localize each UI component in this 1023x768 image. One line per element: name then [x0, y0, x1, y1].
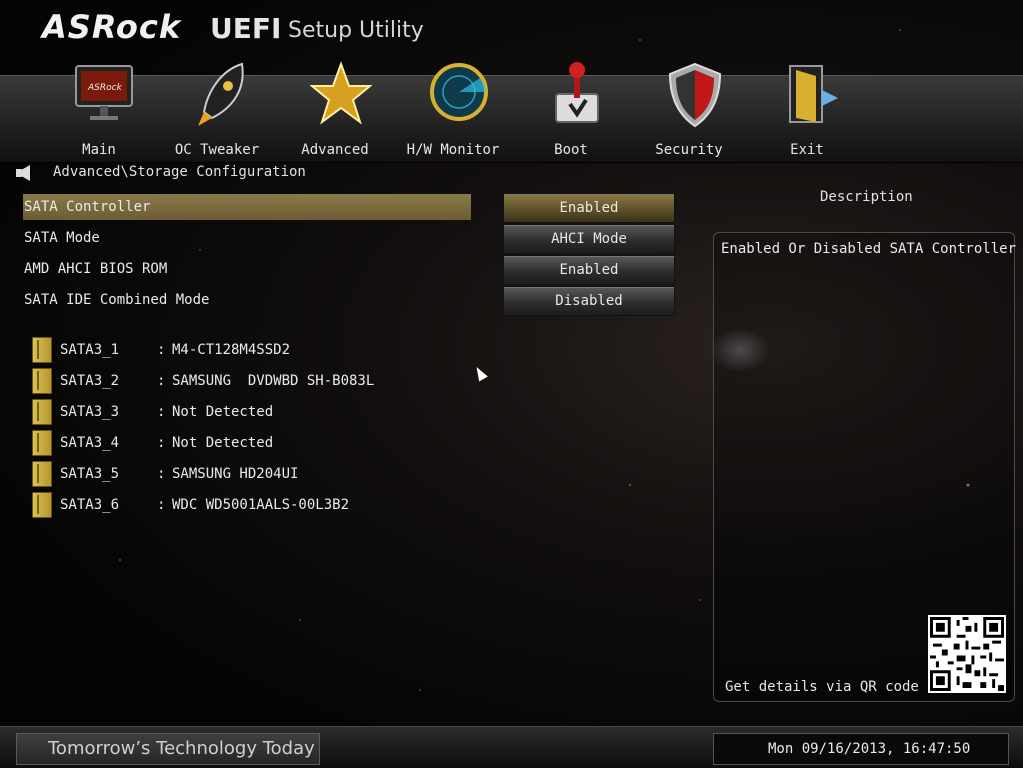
drive-model: SAMSUNG HD204UI [172, 466, 299, 482]
drive-folder-icon [32, 337, 52, 363]
footer-bar: Tomorrow’s Technology Today Mon 09/16/20… [0, 726, 1023, 768]
drive-model: Not Detected [172, 404, 274, 420]
tab-security-label: Security [655, 142, 723, 158]
tab-advanced-label: Advanced [301, 142, 369, 158]
clock-box: Mon 09/16/2013, 16:47:50 [713, 733, 1009, 765]
drive-folder-icon [32, 368, 52, 394]
sata-controller-value-button[interactable]: Enabled [503, 193, 675, 223]
amd-ahci-bios-rom-value-button[interactable]: Enabled [503, 255, 675, 285]
tab-exit[interactable]: Exit [748, 65, 866, 162]
header: ASRock UEFI Setup Utility [0, 0, 1023, 75]
rocket-icon [198, 62, 244, 126]
drive-row: SATA3_2 : SAMSUNG DVDWBD SH-B083L [32, 368, 472, 394]
uefi-title: UEFI [210, 12, 282, 45]
description-title: Description [820, 189, 913, 205]
drive-folder-icon [32, 399, 52, 425]
radar-icon [430, 63, 488, 121]
tab-security[interactable]: Security [630, 62, 748, 162]
drive-folder-icon [32, 492, 52, 518]
drive-row: SATA3_1 : M4-CT128M4SSD2 [32, 337, 472, 363]
tab-hw-monitor-label: H/W Monitor [406, 142, 500, 158]
tab-oc-tweaker-label: OC Tweaker [174, 142, 260, 158]
tab-boot[interactable]: Boot [512, 62, 630, 162]
sata-mode-value-button[interactable]: AHCI Mode [503, 224, 675, 254]
drive-port: SATA3_6 [60, 497, 120, 513]
drive-separator: : [157, 404, 166, 420]
setting-amd-ahci-bios-rom[interactable]: AMD AHCI BIOS ROM [23, 256, 471, 282]
drive-model: SAMSUNG DVDWBD SH-B083L [172, 373, 375, 389]
tab-main[interactable]: ASRock Main [40, 65, 158, 162]
setting-label: SATA Mode [24, 230, 100, 246]
drive-separator: : [157, 466, 166, 482]
tab-advanced[interactable]: Advanced [276, 61, 394, 162]
back-arrow-icon[interactable] [16, 165, 30, 181]
svg-text:ASRock: ASRock [87, 83, 123, 93]
tab-hw-monitor[interactable]: H/W Monitor [394, 63, 512, 162]
drive-port: SATA3_5 [60, 466, 120, 482]
setting-label: SATA IDE Combined Mode [24, 292, 210, 308]
setup-utility-title: Setup Utility [288, 18, 424, 43]
drive-row: SATA3_3 : Not Detected [32, 399, 472, 425]
drive-model: Not Detected [172, 435, 274, 451]
drive-port: SATA3_4 [60, 435, 120, 451]
drive-row: SATA3_6 : WDC WD5001AALS-00L3B2 [32, 492, 472, 518]
asrock-logo: ASRock [42, 8, 182, 46]
drive-model: M4-CT128M4SSD2 [172, 342, 291, 358]
star-icon [310, 61, 372, 125]
drive-port: SATA3_2 [60, 373, 120, 389]
top-nav-bar: ASRock Main OC Tweaker Advanced H/W Moni… [0, 61, 1023, 163]
drive-row: SATA3_4 : Not Detected [32, 430, 472, 456]
setting-label: SATA Controller [24, 199, 151, 215]
description-panel: Enabled Or Disabled SATA Controller Get … [713, 232, 1017, 702]
tab-boot-label: Boot [554, 142, 588, 158]
setting-sata-mode[interactable]: SATA Mode [23, 225, 471, 251]
breadcrumb: Advanced\Storage Configuration [53, 164, 306, 180]
drive-port: SATA3_1 [60, 342, 120, 358]
sata-ide-combined-mode-value-button[interactable]: Disabled [503, 286, 675, 316]
qr-code-label: Get details via QR code [725, 679, 919, 695]
date-time-display: Mon 09/16/2013, 16:47:50 [768, 741, 971, 757]
slogan-text: Tomorrow’s Technology Today [48, 738, 315, 759]
drive-row: SATA3_5 : SAMSUNG HD204UI [32, 461, 472, 487]
mouse-cursor-icon [472, 364, 488, 382]
tab-oc-tweaker[interactable]: OC Tweaker [158, 62, 276, 162]
drive-separator: : [157, 373, 166, 389]
joystick-icon [555, 62, 599, 123]
tab-main-label: Main [82, 142, 116, 158]
drive-folder-icon [32, 430, 52, 456]
qr-code-icon [928, 615, 1006, 693]
setting-label: AMD AHCI BIOS ROM [24, 261, 168, 277]
setting-sata-controller[interactable]: SATA Controller [23, 194, 471, 220]
drive-model: WDC WD5001AALS-00L3B2 [172, 497, 350, 513]
breadcrumb-bar: Advanced\Storage Configuration [0, 161, 700, 185]
exit-door-icon [789, 65, 838, 123]
setting-sata-ide-combined-mode[interactable]: SATA IDE Combined Mode [23, 287, 471, 313]
drive-separator: : [157, 435, 166, 451]
drive-folder-icon [32, 461, 52, 487]
shield-icon [668, 62, 722, 128]
tab-exit-label: Exit [790, 142, 824, 158]
drive-port: SATA3_3 [60, 404, 120, 420]
monitor-icon: ASRock [75, 65, 133, 120]
description-text: Enabled Or Disabled SATA Controller [721, 241, 1017, 257]
slogan-box: Tomorrow’s Technology Today [16, 733, 320, 765]
drive-separator: : [157, 342, 166, 358]
drive-separator: : [157, 497, 166, 513]
